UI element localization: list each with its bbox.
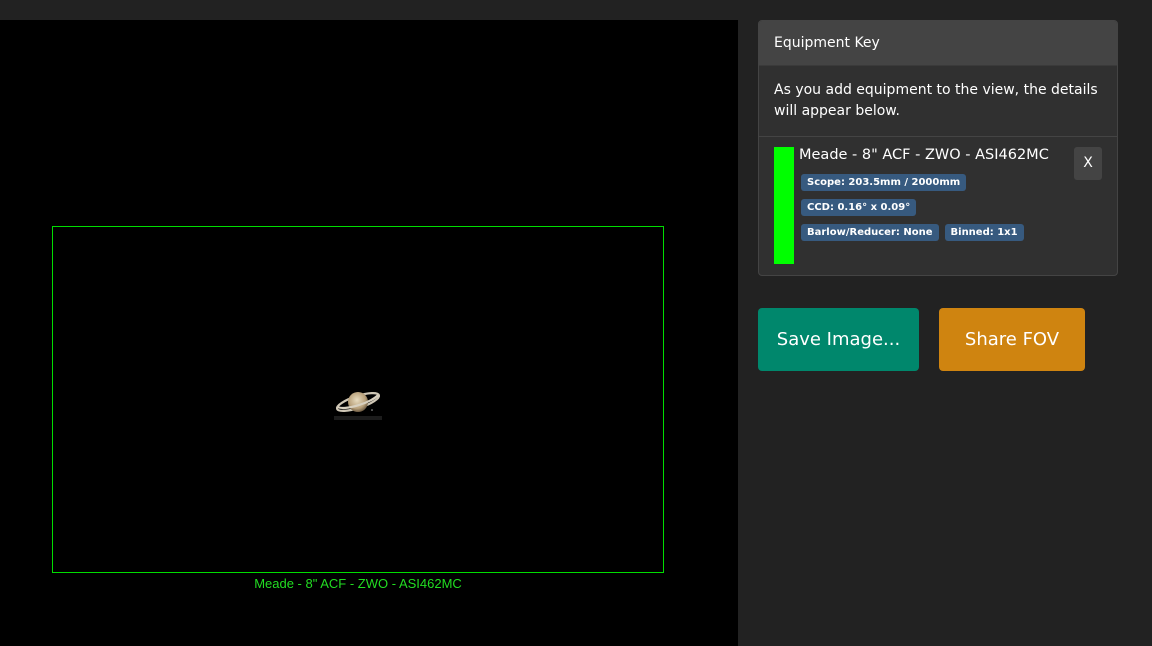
scope-badge: Scope: 203.5mm / 2000mm (801, 174, 967, 191)
panel-description: As you add equipment to the view, the de… (759, 66, 1117, 137)
ccd-badge: CCD: 0.16° x 0.09° (801, 199, 917, 216)
fov-viewer[interactable]: Meade - 8" ACF - ZWO - ASI462MC (0, 20, 738, 646)
fov-caption: Meade - 8" ACF - ZWO - ASI462MC (254, 576, 462, 591)
saturn-icon (334, 392, 382, 420)
color-swatch (774, 147, 794, 264)
binned-badge: Binned: 1x1 (944, 224, 1024, 241)
equipment-key-panel: Equipment Key As you add equipment to th… (758, 20, 1118, 276)
remove-equipment-button[interactable]: X (1074, 147, 1102, 180)
barlow-badge: Barlow/Reducer: None (801, 224, 939, 241)
equipment-badges: Scope: 203.5mm / 2000mm CCD: 0.16° x 0.09… (801, 172, 1081, 247)
share-fov-button[interactable]: Share FOV (939, 308, 1085, 371)
sidebar: Equipment Key As you add equipment to th… (738, 0, 1152, 646)
equipment-item: Meade - 8" ACF - ZWO - ASI462MC Scope: 2… (759, 137, 1117, 275)
save-image-button[interactable]: Save Image... (758, 308, 919, 371)
panel-title: Equipment Key (759, 21, 1117, 66)
equipment-name: Meade - 8" ACF - ZWO - ASI462MC (799, 147, 1049, 163)
